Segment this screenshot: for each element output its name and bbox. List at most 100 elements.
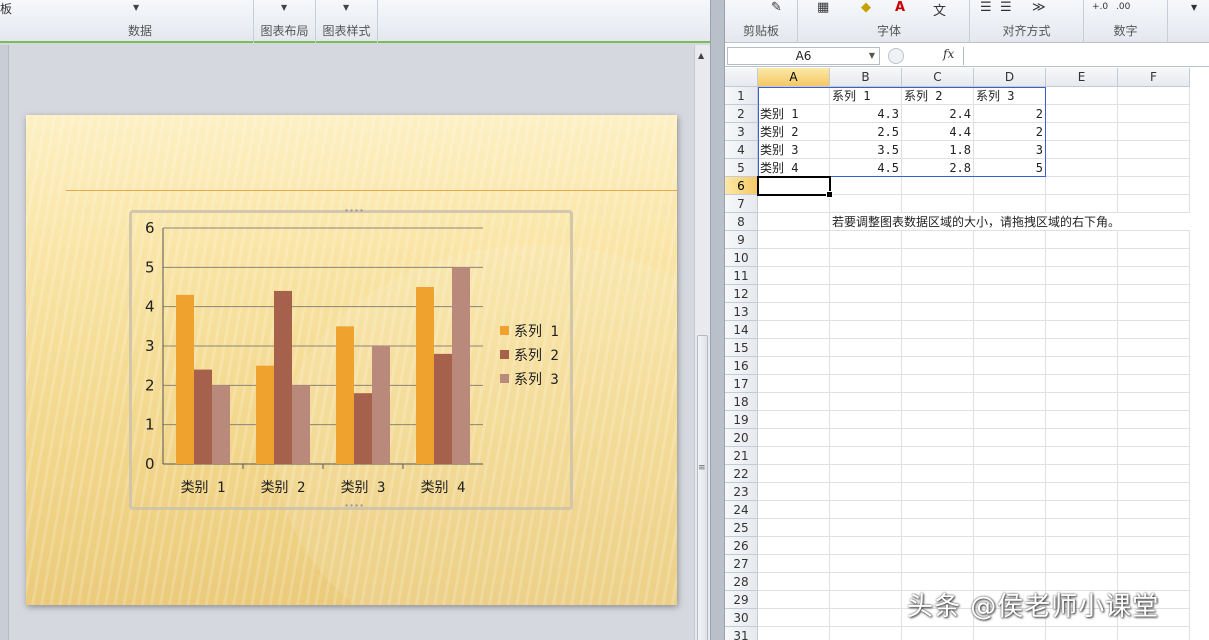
grid-cell[interactable] xyxy=(974,195,1046,213)
grid-cell[interactable] xyxy=(1118,321,1190,339)
bar-chart[interactable]: 0 1 2 3 4 5 6 类别 1 类别 2 类别 3 类别 4 系列 1 系列 2 系列 3 xyxy=(26,115,677,605)
grid-cell[interactable] xyxy=(1046,447,1118,465)
row-header[interactable]: 22 xyxy=(725,465,758,483)
row-header[interactable]: 19 xyxy=(725,411,758,429)
row-header[interactable]: 4 xyxy=(725,141,758,159)
bar[interactable] xyxy=(194,369,212,464)
grid-cell[interactable] xyxy=(1046,141,1118,159)
grid-cell[interactable] xyxy=(974,429,1046,447)
row-header[interactable]: 6 xyxy=(725,177,758,195)
scrollbar-thumb[interactable] xyxy=(697,335,708,640)
formula-bar-toggle[interactable] xyxy=(888,48,904,64)
grid-cell[interactable] xyxy=(1046,231,1118,249)
grid-cell[interactable] xyxy=(1118,105,1190,123)
grid-cell[interactable] xyxy=(1046,267,1118,285)
row-header[interactable]: 27 xyxy=(725,555,758,573)
grid-cell[interactable] xyxy=(1118,249,1190,267)
grid-cell[interactable] xyxy=(758,357,830,375)
grid-cell[interactable] xyxy=(974,357,1046,375)
grid-cell[interactable] xyxy=(1118,303,1190,321)
grid-cell[interactable] xyxy=(1046,249,1118,267)
column-header[interactable]: C xyxy=(902,68,974,87)
grid-cell[interactable] xyxy=(1118,285,1190,303)
grid-cell[interactable]: 4.4 xyxy=(902,123,974,141)
row-header[interactable]: 24 xyxy=(725,501,758,519)
grid-cell[interactable] xyxy=(758,267,830,285)
grid-cell[interactable] xyxy=(758,609,830,627)
grid-cell[interactable] xyxy=(758,591,830,609)
ribbon-group-chart-styles[interactable]: ▼ 图表样式 xyxy=(316,0,378,43)
grid-cell[interactable] xyxy=(902,195,974,213)
grid-cell[interactable] xyxy=(830,447,902,465)
grid-cell[interactable] xyxy=(1118,429,1190,447)
grid-cell[interactable] xyxy=(974,375,1046,393)
grid-cell[interactable] xyxy=(830,177,902,195)
row-header[interactable]: 28 xyxy=(725,573,758,591)
grid-cell[interactable] xyxy=(902,339,974,357)
grid-cell[interactable] xyxy=(830,609,902,627)
grid-cell[interactable] xyxy=(758,339,830,357)
grid-cell[interactable]: 4.5 xyxy=(830,159,902,177)
grid-cell[interactable] xyxy=(974,555,1046,573)
row-header[interactable]: 3 xyxy=(725,123,758,141)
grid-cell[interactable] xyxy=(1046,501,1118,519)
grid-cell[interactable] xyxy=(1046,537,1118,555)
grid-cell[interactable] xyxy=(1046,195,1118,213)
slide[interactable]: ∙∙∙∙ ∙∙∙∙ 0 1 2 3 4 5 6 类别 1 类别 2 类别 3 类别 4 系列 1 系列 … xyxy=(26,115,677,605)
grid-cell[interactable] xyxy=(1046,321,1118,339)
grid-cell[interactable] xyxy=(1118,411,1190,429)
bar[interactable] xyxy=(212,385,230,464)
grid-cell[interactable]: 2.8 xyxy=(902,159,974,177)
scroll-up-icon[interactable]: ▲ xyxy=(698,51,704,60)
grid-cell[interactable] xyxy=(1046,159,1118,177)
row-header[interactable]: 17 xyxy=(725,375,758,393)
grid-cell[interactable] xyxy=(902,483,974,501)
grid-cell[interactable] xyxy=(902,519,974,537)
decrease-decimal-icon[interactable]: .00 xyxy=(1116,2,1130,12)
grid-cell[interactable] xyxy=(1046,429,1118,447)
grid-cell[interactable]: 1.8 xyxy=(902,141,974,159)
grid-cell[interactable]: 3 xyxy=(974,141,1046,159)
ribbon-group-data[interactable]: ▼ 数据 xyxy=(27,0,254,43)
grid-cell[interactable] xyxy=(1118,357,1190,375)
grid-cell[interactable] xyxy=(1046,303,1118,321)
row-header[interactable]: 23 xyxy=(725,483,758,501)
row-header[interactable]: 5 xyxy=(725,159,758,177)
name-box[interactable]: A6 ▼ xyxy=(727,47,880,65)
decrease-indent-icon[interactable]: ☰ xyxy=(980,0,992,15)
row-header[interactable]: 20 xyxy=(725,429,758,447)
grid-cell[interactable] xyxy=(974,483,1046,501)
grid-cell[interactable] xyxy=(902,411,974,429)
grid-cell[interactable] xyxy=(1118,267,1190,285)
instruction-note[interactable]: 若要调整图表数据区域的大小，请拖拽区域的右下角。 xyxy=(830,213,1190,231)
bar[interactable] xyxy=(176,294,194,464)
grid-cell[interactable] xyxy=(974,249,1046,267)
grid-cell[interactable] xyxy=(1046,627,1118,640)
row-header[interactable]: 12 xyxy=(725,285,758,303)
grid-cell[interactable] xyxy=(1118,627,1190,640)
fill-color-icon[interactable]: ◆ xyxy=(861,0,871,15)
bar[interactable] xyxy=(372,346,390,464)
grid-cell[interactable] xyxy=(758,303,830,321)
grid-cell[interactable] xyxy=(830,627,902,640)
grid-cell[interactable] xyxy=(758,411,830,429)
grid-cell[interactable] xyxy=(830,249,902,267)
column-header[interactable]: B xyxy=(830,68,902,87)
grid-cell[interactable] xyxy=(758,519,830,537)
slide-vertical-scrollbar[interactable]: ▲ ≡ xyxy=(694,45,710,640)
grid-cell[interactable] xyxy=(830,195,902,213)
grid-cell[interactable] xyxy=(758,213,830,231)
row-header[interactable]: 15 xyxy=(725,339,758,357)
grid-cell[interactable] xyxy=(974,465,1046,483)
grid-cell[interactable] xyxy=(902,357,974,375)
dropdown-arrow-icon[interactable]: ▼ xyxy=(281,3,287,12)
grid-cell[interactable] xyxy=(1118,501,1190,519)
grid-cell[interactable] xyxy=(974,627,1046,640)
dropdown-arrow-icon[interactable]: ▼ xyxy=(869,48,875,64)
grid-cell[interactable] xyxy=(1046,357,1118,375)
grid-cell[interactable] xyxy=(974,285,1046,303)
grid-cell[interactable] xyxy=(830,573,902,591)
grid-cell[interactable] xyxy=(902,285,974,303)
grid-cell[interactable] xyxy=(902,555,974,573)
grid-cell[interactable] xyxy=(758,429,830,447)
